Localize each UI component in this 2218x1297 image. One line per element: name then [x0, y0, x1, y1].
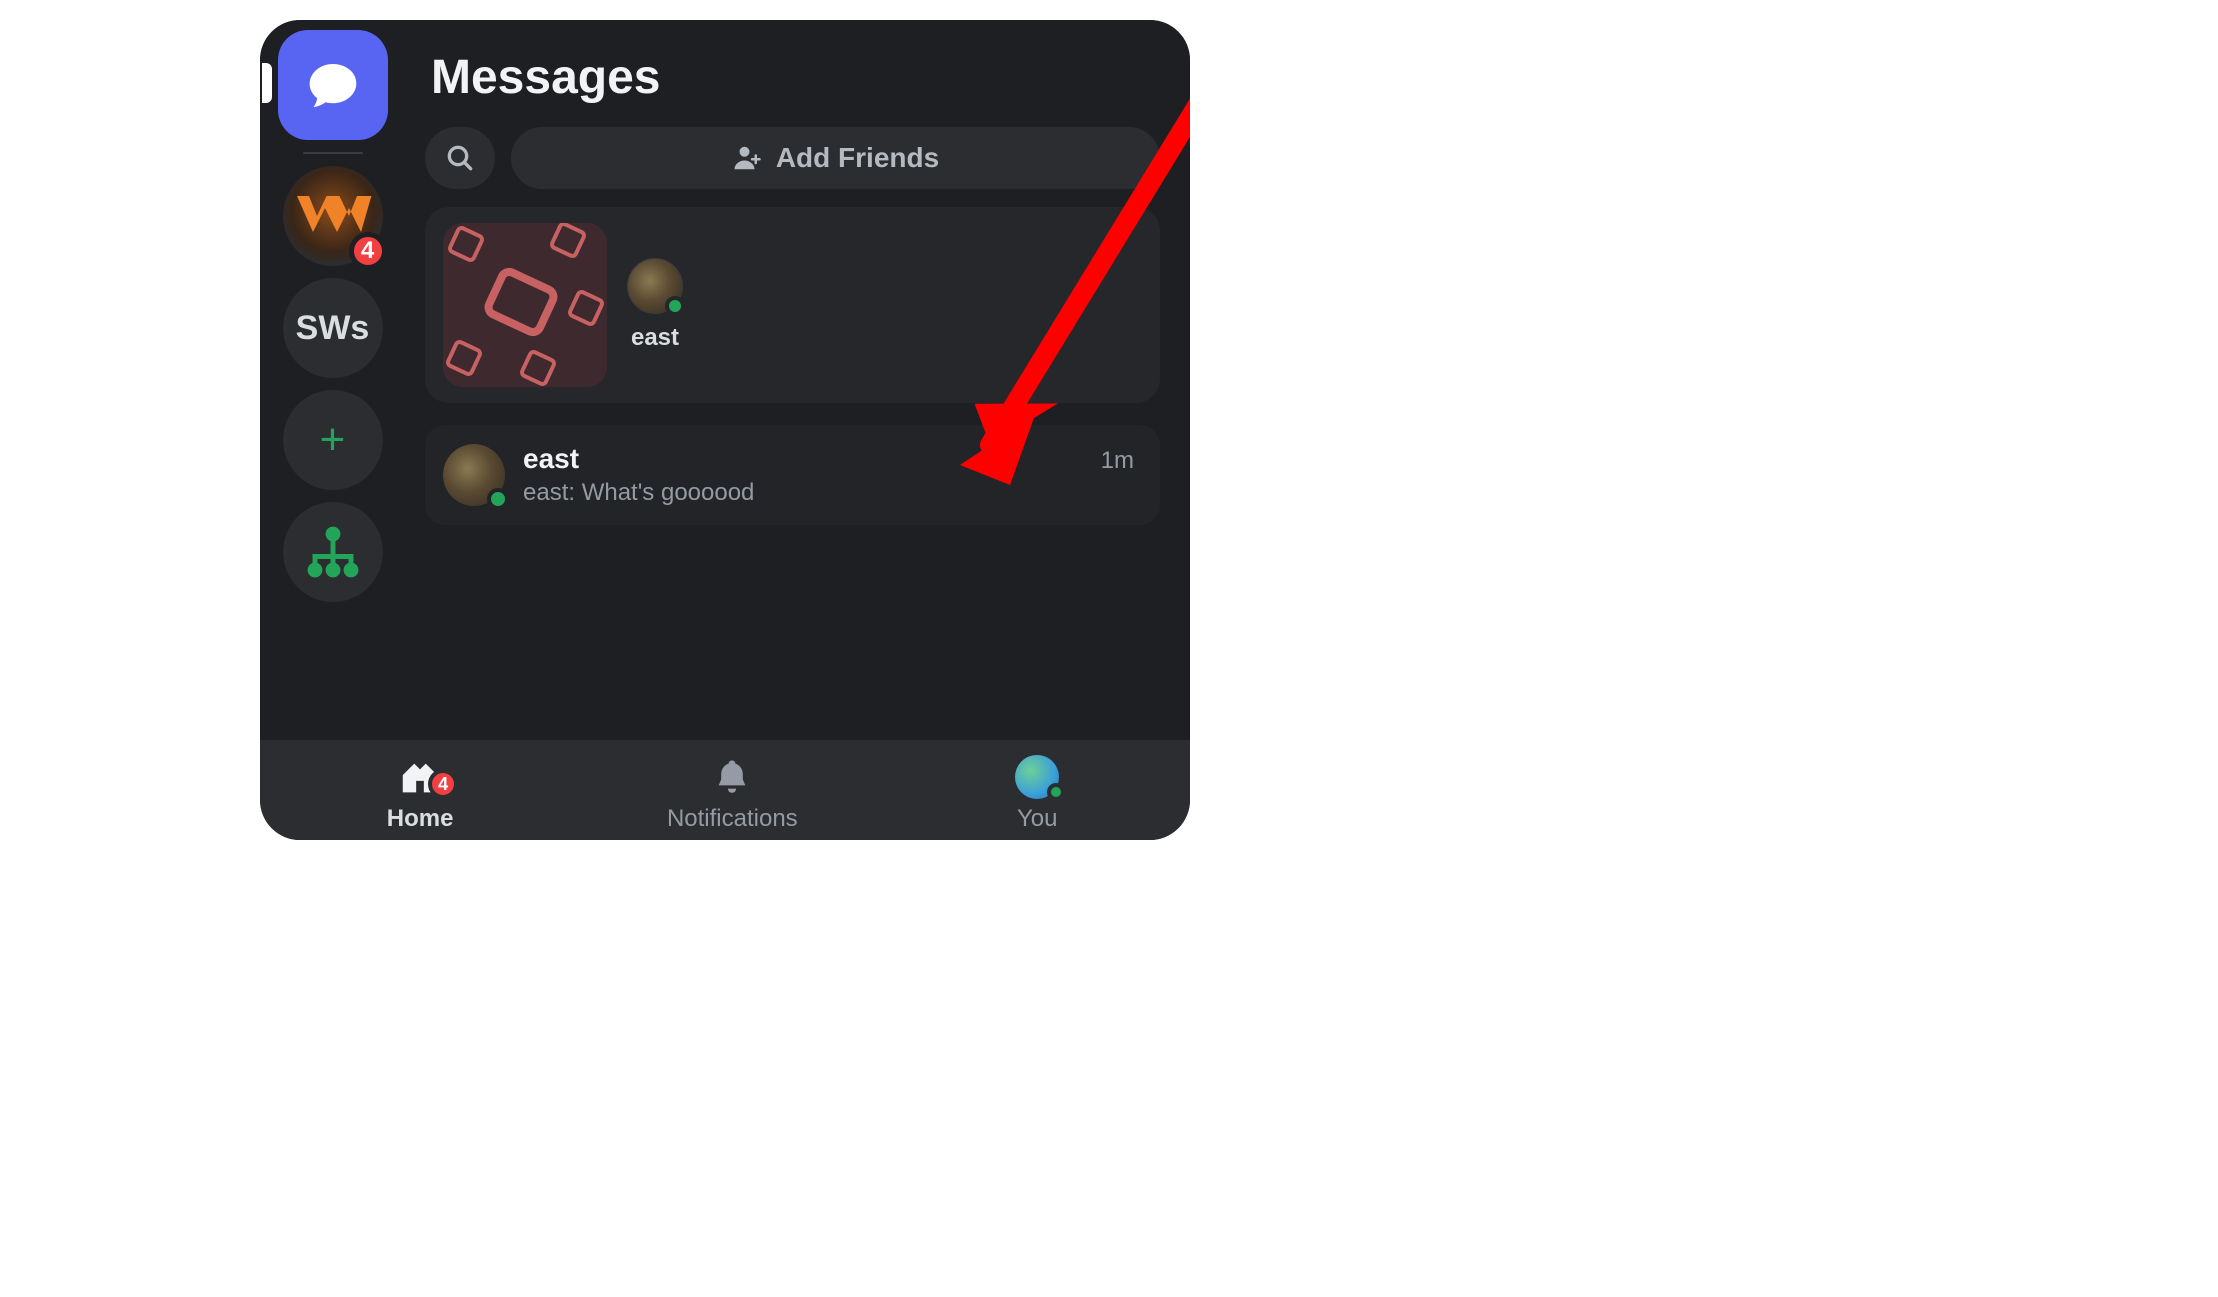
dm-avatar-wrap	[443, 444, 505, 506]
nav-home-badge: 4	[428, 769, 458, 799]
add-friends-button[interactable]: Add Friends	[511, 127, 1160, 189]
app-body: 4 SWs + Messages	[260, 20, 1190, 740]
dm-name: east	[523, 443, 1083, 475]
status-online-icon	[1047, 783, 1065, 801]
dm-conversation-row[interactable]: east east: What's goooood 1m	[425, 425, 1160, 525]
server-icon-w[interactable]: 4	[283, 166, 383, 266]
nav-home-label: Home	[387, 805, 454, 833]
active-user-name: east	[631, 324, 679, 352]
active-now-user[interactable]: east	[627, 258, 683, 352]
nav-you[interactable]: You	[1011, 753, 1063, 833]
search-icon	[444, 142, 476, 174]
plus-icon: +	[320, 415, 346, 465]
server-sws-label: SWs	[296, 309, 370, 348]
chat-bubble-icon	[305, 57, 361, 113]
nav-home[interactable]: 4 Home	[387, 753, 454, 833]
add-server-button[interactable]: +	[283, 390, 383, 490]
dm-timestamp: 1m	[1101, 447, 1134, 475]
status-online-icon	[665, 296, 685, 316]
app-frame: 4 SWs + Messages	[260, 20, 1190, 840]
nav-you-label: You	[1017, 805, 1058, 833]
status-online-icon	[487, 488, 509, 510]
page-title: Messages	[431, 50, 1160, 105]
server-icon-sws[interactable]: SWs	[283, 278, 383, 378]
dm-preview: east: What's goooood	[523, 479, 1083, 507]
server-badge: 4	[349, 232, 387, 270]
bell-icon	[712, 757, 752, 797]
add-friends-label: Add Friends	[776, 142, 939, 174]
rail-separator	[303, 152, 363, 154]
active-now-activity-tile[interactable]	[443, 223, 607, 387]
active-now-panel: east	[425, 207, 1160, 403]
server-rail: 4 SWs +	[260, 20, 405, 740]
main-column: Messages Add Friends	[405, 20, 1190, 740]
rail-active-indicator	[262, 63, 272, 103]
avatar-wrap	[627, 258, 683, 314]
discovery-button[interactable]	[283, 502, 383, 602]
search-button[interactable]	[425, 127, 495, 189]
hub-tree-icon	[306, 525, 360, 579]
nav-notifications[interactable]: Notifications	[667, 753, 798, 833]
dm-home-button[interactable]	[278, 30, 388, 140]
nav-notifications-label: Notifications	[667, 805, 798, 833]
top-actions: Add Friends	[425, 127, 1160, 189]
add-friend-icon	[732, 143, 762, 173]
dm-text: east east: What's goooood	[523, 443, 1083, 507]
bottom-nav: 4 Home Notifications You	[260, 740, 1190, 840]
